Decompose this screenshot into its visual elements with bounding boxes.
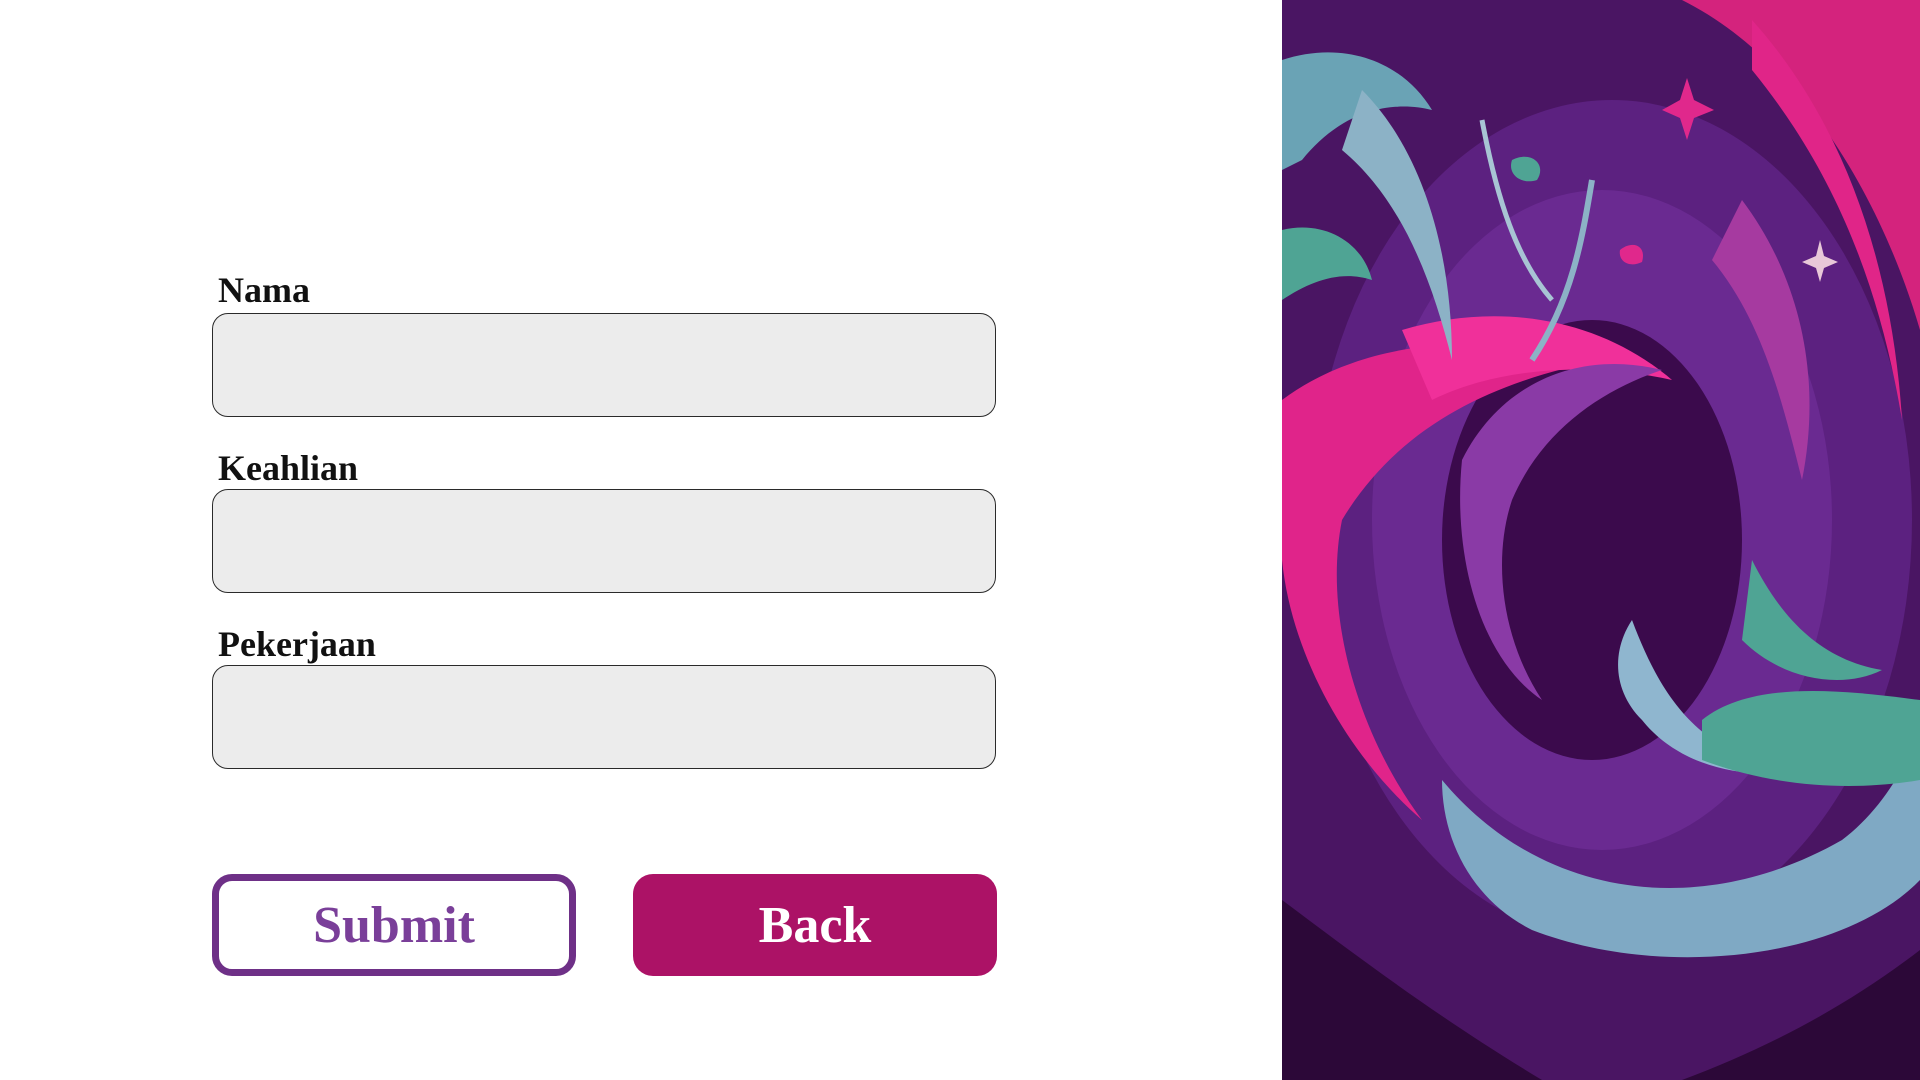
nama-label: Nama bbox=[218, 270, 310, 310]
pekerjaan-input[interactable] bbox=[212, 665, 996, 769]
form-panel: Nama Keahlian Pekerjaan Submit Back bbox=[0, 0, 1282, 1080]
back-button[interactable]: Back bbox=[633, 874, 997, 976]
abstract-swirl-artwork bbox=[1282, 0, 1920, 1080]
nama-input[interactable] bbox=[212, 313, 996, 417]
keahlian-label: Keahlian bbox=[218, 448, 359, 488]
pekerjaan-label: Pekerjaan bbox=[218, 624, 376, 664]
page: Nama Keahlian Pekerjaan Submit Back bbox=[0, 0, 1920, 1080]
keahlian-input[interactable] bbox=[212, 489, 996, 593]
submit-button[interactable]: Submit bbox=[212, 874, 576, 976]
